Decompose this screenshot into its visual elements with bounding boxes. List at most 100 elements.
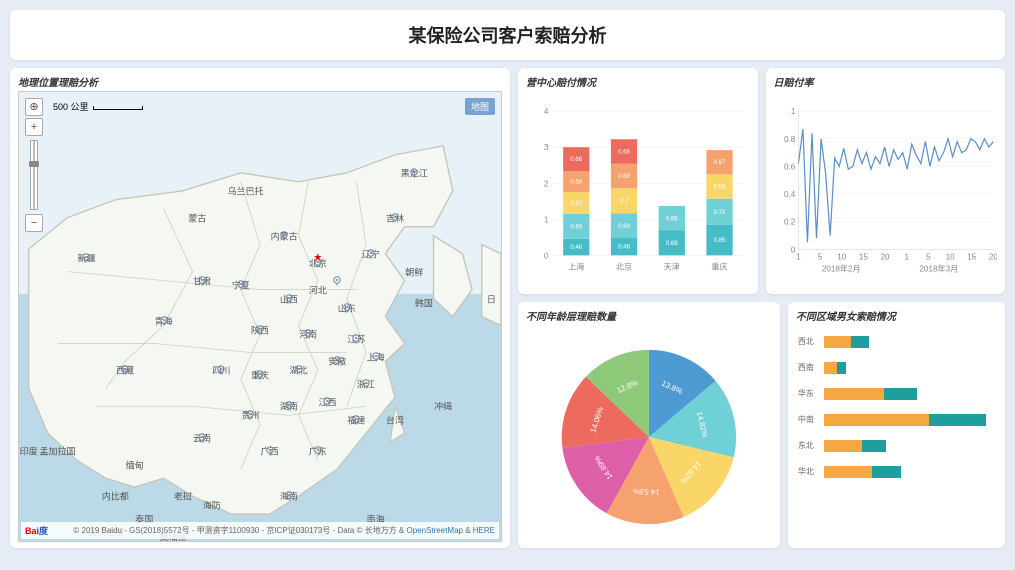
- hbar-segment: [884, 388, 917, 400]
- map-marker-icon[interactable]: [303, 329, 313, 339]
- svg-text:0.68: 0.68: [618, 149, 630, 156]
- hbar-segment: [851, 336, 869, 348]
- hbar-chart: 西北西南华东中南东北华北: [796, 325, 997, 542]
- svg-text:5: 5: [817, 252, 822, 261]
- map-panel-title: 地理位置理赔分析: [18, 74, 502, 89]
- map-marker-icon[interactable]: [236, 280, 246, 290]
- svg-text:20: 20: [988, 252, 997, 261]
- province-label: 韩国: [415, 297, 433, 310]
- map-marker-icon[interactable]: [342, 303, 352, 313]
- map-panel: 地理位置理赔分析: [10, 68, 510, 548]
- line-chart-panel: 日赔付率 00.20.40.60.8115101520151015202018年…: [766, 68, 1006, 294]
- hbar-segment: [824, 336, 851, 348]
- map-marker-icon[interactable]: [371, 352, 381, 362]
- svg-text:1: 1: [796, 252, 801, 261]
- map-marker-icon[interactable]: [81, 253, 91, 263]
- svg-text:1: 1: [790, 107, 795, 116]
- osm-link[interactable]: OpenStreetMap: [407, 526, 463, 535]
- svg-text:0.58: 0.58: [570, 178, 582, 185]
- map-canvas[interactable]: 黑龙江乌兰巴托蒙古吉林内蒙古辽宁朝鲜北京新疆甘肃宁夏山西河北山东韩国日青海陕西河…: [18, 91, 502, 542]
- svg-text:0: 0: [544, 251, 549, 260]
- map-marker-icon[interactable]: [366, 249, 376, 259]
- map-marker-icon[interactable]: [284, 401, 294, 411]
- pie-chart: 13.8%14.82%14.62%14.53%14.89%14.06%12.8%: [526, 325, 772, 542]
- province-label: 缅甸: [126, 458, 144, 471]
- hbar-segment: [824, 362, 837, 374]
- hbar-row: 中南: [798, 411, 991, 429]
- line-chart: 00.20.40.60.8115101520151015202018年2月201…: [774, 91, 998, 288]
- map-marker-icon[interactable]: [279, 231, 289, 241]
- svg-text:1: 1: [544, 215, 549, 224]
- map-marker-icon[interactable]: [409, 168, 419, 178]
- hbar-category-label: 西北: [798, 336, 824, 347]
- map-zoom-out-button[interactable]: −: [25, 214, 43, 232]
- hbar-category-label: 华东: [798, 388, 824, 399]
- map-marker-icon[interactable]: [216, 365, 226, 375]
- map-marker-icon[interactable]: [197, 433, 207, 443]
- svg-text:0.6: 0.6: [784, 162, 796, 171]
- map-zoom-slider[interactable]: [30, 140, 38, 210]
- map-marker-icon[interactable]: [255, 325, 265, 335]
- here-link[interactable]: HERE: [473, 526, 495, 535]
- map-marker-icon[interactable]: [245, 410, 255, 420]
- province-label: 朝鲜: [405, 265, 423, 278]
- map-marker-icon[interactable]: [294, 365, 304, 375]
- hbar-segment: [837, 362, 845, 374]
- hbar-row: 西北: [798, 333, 991, 351]
- hbar-row: 华东: [798, 385, 991, 403]
- map-marker-icon[interactable]: [351, 334, 361, 344]
- map-marker-icon[interactable]: [265, 446, 275, 456]
- hbar-segment: [824, 440, 862, 452]
- svg-text:天津: 天津: [664, 262, 680, 272]
- map-marker-icon[interactable]: [284, 491, 294, 501]
- map-marker-icon[interactable]: [313, 446, 323, 456]
- pie-chart-panel: 不同年龄层理赔数量 13.8%14.82%14.62%14.53%14.89%1…: [518, 302, 780, 548]
- svg-text:0: 0: [790, 245, 795, 254]
- svg-text:0.68: 0.68: [714, 184, 726, 191]
- province-label: 印度: [20, 445, 38, 458]
- svg-text:0.85: 0.85: [714, 237, 726, 244]
- map-scale-label: 500 公里: [53, 102, 89, 112]
- map-marker-icon[interactable]: [351, 415, 361, 425]
- svg-text:2018年3月: 2018年3月: [919, 264, 958, 274]
- svg-text:0.48: 0.48: [618, 244, 630, 251]
- province-label: 冲绳: [434, 400, 452, 413]
- stacked-bar-title: 营中心赔付情况: [526, 74, 750, 89]
- map-marker-icon[interactable]: [159, 316, 169, 326]
- province-label: 日: [487, 292, 496, 305]
- map-zoom-controls: ⊕ + −: [25, 98, 43, 232]
- hbar-segment: [824, 414, 929, 426]
- map-type-badge[interactable]: 地图: [465, 98, 495, 115]
- svg-text:0.8: 0.8: [784, 135, 796, 144]
- svg-text:0.69: 0.69: [666, 240, 678, 247]
- province-label: 海防: [203, 499, 221, 512]
- hbar-chart-title: 不同区域男女索赔情况: [796, 308, 997, 323]
- map-marker-icon[interactable]: [120, 365, 130, 375]
- map-marker-icon[interactable]: [197, 276, 207, 286]
- hbar-category-label: 中南: [798, 414, 824, 425]
- svg-text:0.66: 0.66: [570, 156, 582, 163]
- hbar-category-label: 华北: [798, 466, 824, 477]
- svg-text:0.4: 0.4: [784, 190, 796, 199]
- province-label: 老挝: [174, 490, 192, 503]
- svg-text:0.7: 0.7: [620, 198, 629, 205]
- map-marker-icon[interactable]: [390, 213, 400, 223]
- map-marker-icon[interactable]: [332, 276, 342, 286]
- hbar-segment: [929, 414, 986, 426]
- svg-text:20: 20: [880, 252, 890, 261]
- capital-star-icon: ★: [313, 253, 322, 264]
- map-marker-icon[interactable]: [322, 397, 332, 407]
- svg-text:2: 2: [544, 179, 549, 188]
- map-reset-button[interactable]: ⊕: [25, 98, 43, 116]
- map-marker-icon[interactable]: [361, 379, 371, 389]
- svg-text:5: 5: [926, 252, 931, 261]
- map-marker-icon[interactable]: [284, 294, 294, 304]
- map-zoom-in-button[interactable]: +: [25, 118, 43, 136]
- hbar-segment: [862, 440, 885, 452]
- map-outline: [19, 92, 501, 541]
- svg-text:14.53%: 14.53%: [633, 486, 660, 496]
- svg-text:0.68: 0.68: [666, 215, 678, 222]
- map-marker-icon[interactable]: [332, 356, 342, 366]
- svg-text:15: 15: [858, 252, 868, 261]
- map-marker-icon[interactable]: [255, 370, 265, 380]
